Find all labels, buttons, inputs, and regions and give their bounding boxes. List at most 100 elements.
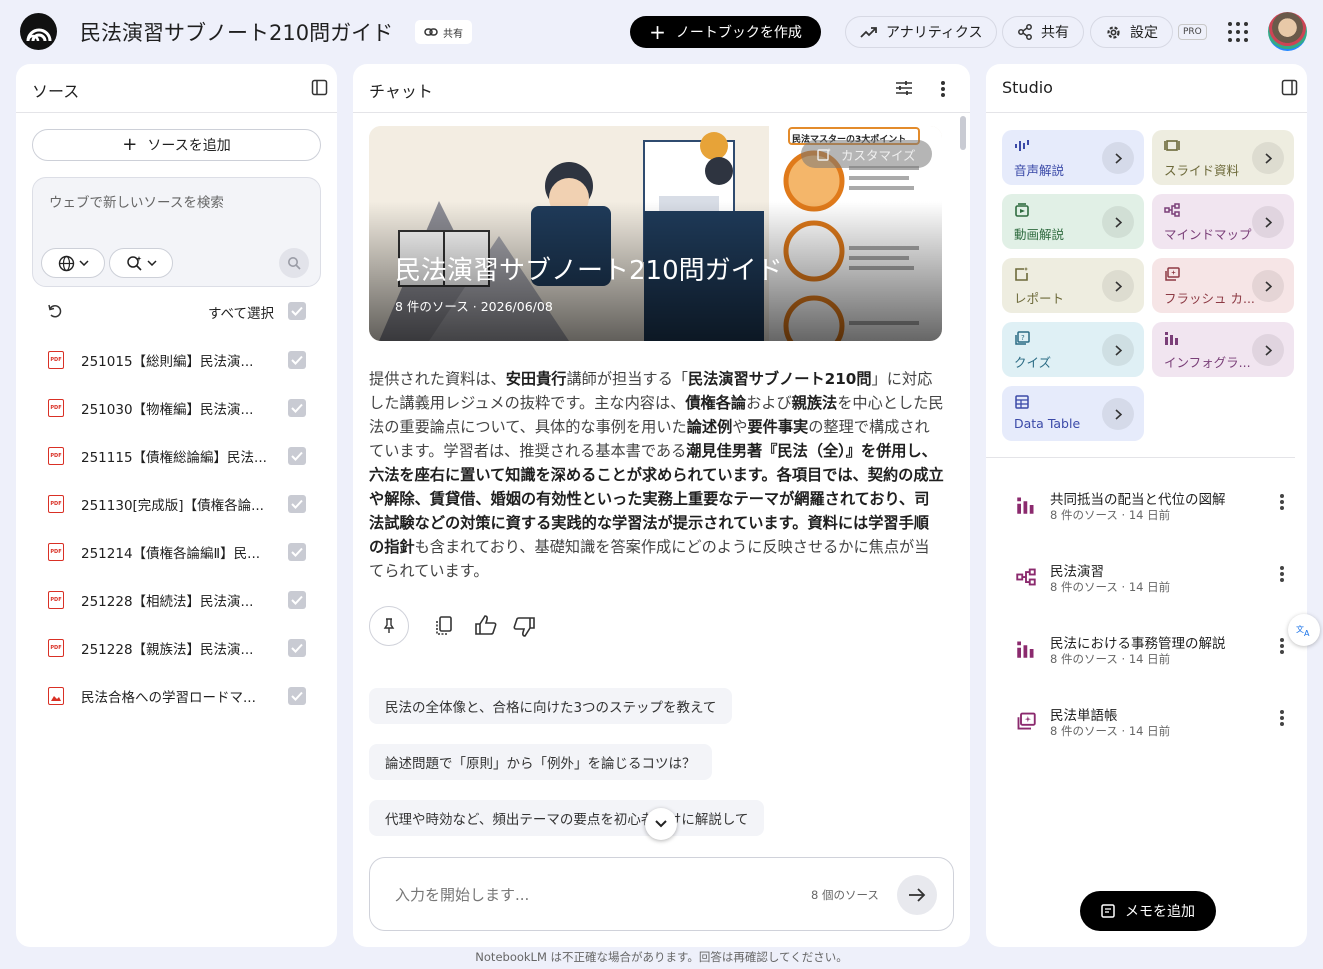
scroll-down-button[interactable] xyxy=(645,808,677,840)
studio-card[interactable]: 音声解説 xyxy=(1002,130,1144,185)
saved-note[interactable]: 民法における事務管理の解説 8 件のソース · 14 日前 xyxy=(1014,632,1284,672)
source-checkbox[interactable] xyxy=(288,591,306,609)
divider xyxy=(986,112,1307,113)
web-search-input[interactable]: ウェブで新しいソースを検索 xyxy=(49,191,224,211)
infographic-icon xyxy=(1016,496,1036,518)
thumbs-down-icon[interactable] xyxy=(513,617,535,637)
studio-card[interactable]: フラッシュ カ... xyxy=(1152,258,1294,313)
studio-card[interactable]: Data Table xyxy=(1002,386,1144,441)
more-vert-icon[interactable] xyxy=(1280,566,1284,582)
globe-icon xyxy=(58,255,74,271)
pdf-icon: PDF xyxy=(48,399,64,417)
saved-note-meta: 8 件のソース · 14 日前 xyxy=(1050,508,1171,522)
summary-bold-text: 要件事実 xyxy=(747,418,809,436)
avatar[interactable] xyxy=(1268,12,1307,51)
chevron-right-icon[interactable] xyxy=(1102,270,1134,302)
saved-note[interactable]: 民法演習 8 件のソース · 14 日前 xyxy=(1014,560,1284,600)
chevron-right-icon[interactable] xyxy=(1252,142,1284,174)
create-notebook-button[interactable]: + ノートブックを作成 xyxy=(630,16,821,48)
chevron-right-icon[interactable] xyxy=(1102,334,1134,366)
scrollbar-thumb[interactable] xyxy=(960,116,966,150)
summary-bold-text: 親族法 xyxy=(791,394,838,412)
chevron-right-icon[interactable] xyxy=(1102,398,1134,430)
add-source-button[interactable]: + ソースを追加 xyxy=(32,129,321,161)
source-item[interactable]: PDF 251228【相続法】民法演... xyxy=(48,590,308,610)
copy-icon[interactable] xyxy=(435,616,453,636)
share-button[interactable]: 共有 xyxy=(1002,16,1084,48)
trending-icon xyxy=(860,27,877,38)
studio-card[interactable]: マインドマップ xyxy=(1152,194,1294,249)
refresh-icon[interactable] xyxy=(47,303,63,319)
source-item[interactable]: PDF 251015【総則編】民法演... xyxy=(48,350,308,370)
chevron-right-icon[interactable] xyxy=(1102,142,1134,174)
settings-button[interactable]: 設定 xyxy=(1090,16,1173,48)
more-vert-icon[interactable] xyxy=(1280,710,1284,726)
divider xyxy=(353,112,970,113)
analytics-label: アナリティクス xyxy=(886,25,983,41)
more-vert-icon[interactable] xyxy=(1280,494,1284,510)
customize-label: カスタマイズ xyxy=(841,147,916,163)
source-item[interactable]: PDF 251214【債権各論編Ⅱ】民... xyxy=(48,542,308,562)
source-count: 8 個のソース xyxy=(811,888,879,902)
svg-text:?: ? xyxy=(1021,334,1025,342)
apps-grid-icon[interactable] xyxy=(1228,22,1248,42)
pin-button[interactable] xyxy=(369,606,409,646)
chevron-down-icon xyxy=(146,260,157,266)
svg-text:文: 文 xyxy=(1296,624,1304,634)
add-memo-button[interactable]: メモを追加 xyxy=(1080,891,1216,931)
research-mode-dropdown[interactable] xyxy=(109,248,173,278)
suggestion-chip[interactable]: 論述問題で「原則」から「例外」を論じるコツは？ xyxy=(369,744,712,780)
studio-card[interactable]: 動画解説 xyxy=(1002,194,1144,249)
collapse-panel-icon[interactable] xyxy=(1281,79,1298,96)
chevron-right-icon[interactable] xyxy=(1252,270,1284,302)
source-checkbox[interactable] xyxy=(288,495,306,513)
source-item[interactable]: PDF 251115【債権総論編】民法... xyxy=(48,446,308,466)
suggestion-chip[interactable]: 代理や時効など、頻出テーマの要点を初心者向けに解説して xyxy=(369,800,765,836)
studio-card[interactable]: ? クイズ xyxy=(1002,322,1144,377)
source-checkbox[interactable] xyxy=(288,447,306,465)
source-item[interactable]: PDF 251228【親族法】民法演... xyxy=(48,638,308,658)
notebooklm-logo[interactable] xyxy=(20,13,57,50)
pro-badge: PRO xyxy=(1178,24,1207,40)
note-icon xyxy=(1101,904,1115,918)
source-item[interactable]: PDF 251130[完成版]【債権各論... xyxy=(48,494,308,514)
send-button[interactable] xyxy=(897,875,937,915)
sources-panel: ソース + ソースを追加 ウェブで新しいソースを検索 すべて選択 PDF 2510… xyxy=(16,64,337,947)
suggestion-chip[interactable]: 民法の全体像と、合格に向けた3つのステップを教えて xyxy=(369,688,733,724)
table-icon xyxy=(1014,394,1030,409)
studio-card[interactable]: レポート xyxy=(1002,258,1144,313)
web-search-box: ウェブで新しいソースを検索 xyxy=(32,177,321,287)
translate-button[interactable]: 文A xyxy=(1288,614,1320,646)
source-checkbox[interactable] xyxy=(288,351,306,369)
more-vert-icon[interactable] xyxy=(1280,638,1284,654)
more-vert-icon[interactable] xyxy=(941,81,945,97)
share-chip[interactable]: 共有 xyxy=(415,20,472,44)
notebook-title[interactable]: 民法演習サブノート210問ガイド xyxy=(80,17,393,47)
saved-note[interactable]: 共同抵当の配当と代位の図解 8 件のソース · 14 日前 xyxy=(1014,488,1284,528)
source-checkbox[interactable] xyxy=(288,399,306,417)
summary-text: 提供された資料は、 xyxy=(369,370,506,388)
select-all-checkbox[interactable] xyxy=(288,302,306,320)
chevron-right-icon[interactable] xyxy=(1102,206,1134,238)
web-source-dropdown[interactable] xyxy=(41,248,105,278)
studio-card-label: クイズ xyxy=(1014,355,1052,370)
thumbs-up-icon[interactable] xyxy=(475,615,497,635)
analytics-button[interactable]: アナリティクス xyxy=(845,16,998,48)
tune-icon[interactable] xyxy=(895,80,913,96)
studio-card[interactable]: スライド資料 xyxy=(1152,130,1294,185)
pdf-icon: PDF xyxy=(48,591,64,609)
customize-button[interactable]: カスタマイズ xyxy=(801,140,932,168)
chat-input-box: 入力を開始します... 8 個のソース xyxy=(369,857,954,931)
source-item[interactable]: PDF 251030【物権編】民法演... xyxy=(48,398,308,418)
saved-note[interactable]: 民法単語帳 8 件のソース · 14 日前 xyxy=(1014,704,1284,744)
chat-input[interactable]: 入力を開始します... xyxy=(395,884,529,905)
search-submit-button[interactable] xyxy=(279,248,309,278)
chevron-right-icon[interactable] xyxy=(1252,206,1284,238)
source-checkbox[interactable] xyxy=(288,687,306,705)
source-checkbox[interactable] xyxy=(288,639,306,657)
studio-card[interactable]: インフォグラ... xyxy=(1152,322,1294,377)
source-checkbox[interactable] xyxy=(288,543,306,561)
chevron-right-icon[interactable] xyxy=(1252,334,1284,366)
collapse-panel-icon[interactable] xyxy=(311,79,328,96)
source-item[interactable]: 民法合格への学習ロードマ... xyxy=(48,686,308,706)
